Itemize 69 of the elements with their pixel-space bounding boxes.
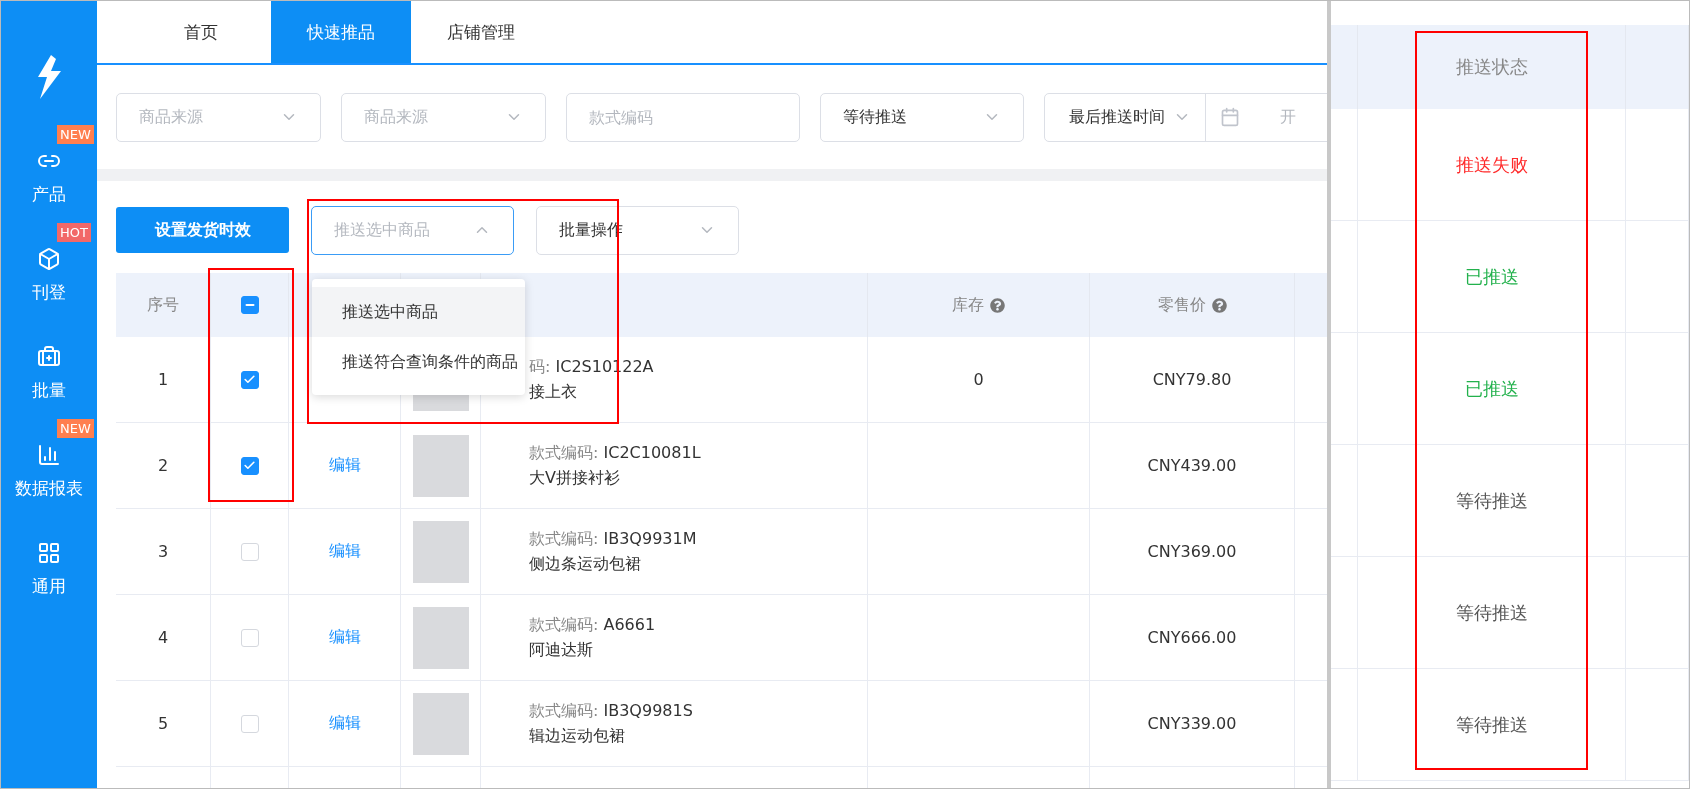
filter-select[interactable]: 商品来源 (116, 92, 321, 142)
row-index: 2 (157, 456, 169, 475)
sidebar-item[interactable]: NEW 产品 (1, 121, 97, 219)
cube-icon (37, 247, 61, 271)
price-value: CNY339.00 (1147, 714, 1237, 733)
style-code: 款式编码: IB3Q9931M (529, 528, 697, 550)
stock-value: 0 (973, 370, 984, 389)
style-code-input[interactable]: 款式编码 (566, 92, 800, 142)
push-status: 已推送 (1464, 264, 1519, 289)
sidebar-badge: NEW (57, 419, 94, 438)
nav-tab[interactable]: 店铺管理 (411, 1, 551, 63)
edit-link[interactable]: 编辑 (328, 541, 361, 562)
menu-item[interactable]: 推送选中商品 (312, 287, 525, 337)
case-plus-icon (37, 345, 61, 369)
push-status: 等待推送 (1455, 712, 1528, 737)
sidebar-badge: NEW (57, 125, 94, 144)
row-index: 4 (157, 628, 169, 647)
row-checkbox[interactable] (240, 456, 259, 475)
filter-select[interactable]: 商品来源 (341, 92, 546, 142)
sidebar-badge: HOT (57, 223, 91, 242)
check-icon (243, 373, 256, 386)
row-index: 5 (157, 714, 169, 733)
grid-icon (37, 541, 61, 565)
push-select[interactable]: 推送选中商品 (311, 205, 514, 255)
column-header: 序号 (147, 294, 179, 316)
sidebar-item[interactable]: HOT 刊登 (1, 219, 97, 317)
select-all-checkbox[interactable] (240, 296, 259, 314)
photo-placeholder (412, 520, 469, 583)
edit-link[interactable]: 编辑 (328, 627, 361, 648)
edit-link[interactable]: 编辑 (328, 455, 361, 476)
edit-link[interactable]: 编辑 (328, 713, 361, 734)
column-header: 库存 (952, 294, 984, 316)
product-name: 阿迪达斯 (529, 639, 594, 661)
product-name: 大V拼接衬衫 (529, 467, 621, 489)
photo-placeholder (412, 434, 469, 497)
set-delivery-button[interactable]: 设置发货时效 (116, 207, 289, 253)
price-value: CNY369.00 (1147, 542, 1237, 561)
style-code: 款式编码: A6661 (529, 614, 656, 636)
sidebar-item[interactable]: 批量 (1, 317, 97, 415)
row-checkbox[interactable] (240, 370, 259, 389)
product-name: 侧边条运动包裙 (529, 553, 642, 575)
nav-tab[interactable]: 快速推品 (271, 1, 411, 63)
photo-placeholder (412, 606, 469, 669)
product-name: 辑边运动包裙 (529, 725, 626, 747)
row-index: 1 (157, 370, 169, 389)
style-code: 款式编码: IB3Q9981S (529, 700, 693, 722)
menu-item[interactable]: 推送符合查询条件的商品 (312, 337, 525, 387)
sidebar-item[interactable]: 通用 (1, 513, 97, 611)
filter-select[interactable]: 等待推送 (820, 92, 1024, 142)
price-value: CNY666.00 (1147, 628, 1237, 647)
photo-placeholder (412, 692, 469, 755)
product-name: 接上衣 (529, 381, 578, 403)
push-status: 等待推送 (1455, 600, 1528, 625)
calendar-icon (1220, 107, 1240, 127)
price-value: CNY79.80 (1152, 370, 1232, 389)
price-value: CNY439.00 (1147, 456, 1237, 475)
help-icon (1211, 297, 1227, 313)
sidebar-item[interactable]: NEW 数据报表 (1, 415, 97, 513)
column-header: 零售价 (1157, 294, 1206, 316)
check-icon (243, 459, 256, 472)
push-status: 推送失败 (1455, 152, 1528, 177)
push-status: 等待推送 (1455, 488, 1528, 513)
nav-tab[interactable]: 首页 (131, 1, 271, 63)
style-code: 款式编码: IC2C10081L (529, 442, 701, 464)
column-header: 推送状态 (1455, 55, 1528, 79)
row-index: 3 (157, 542, 169, 561)
push-status: 已推送 (1464, 376, 1519, 401)
help-icon (990, 297, 1005, 313)
bar-chart-icon (37, 443, 61, 467)
